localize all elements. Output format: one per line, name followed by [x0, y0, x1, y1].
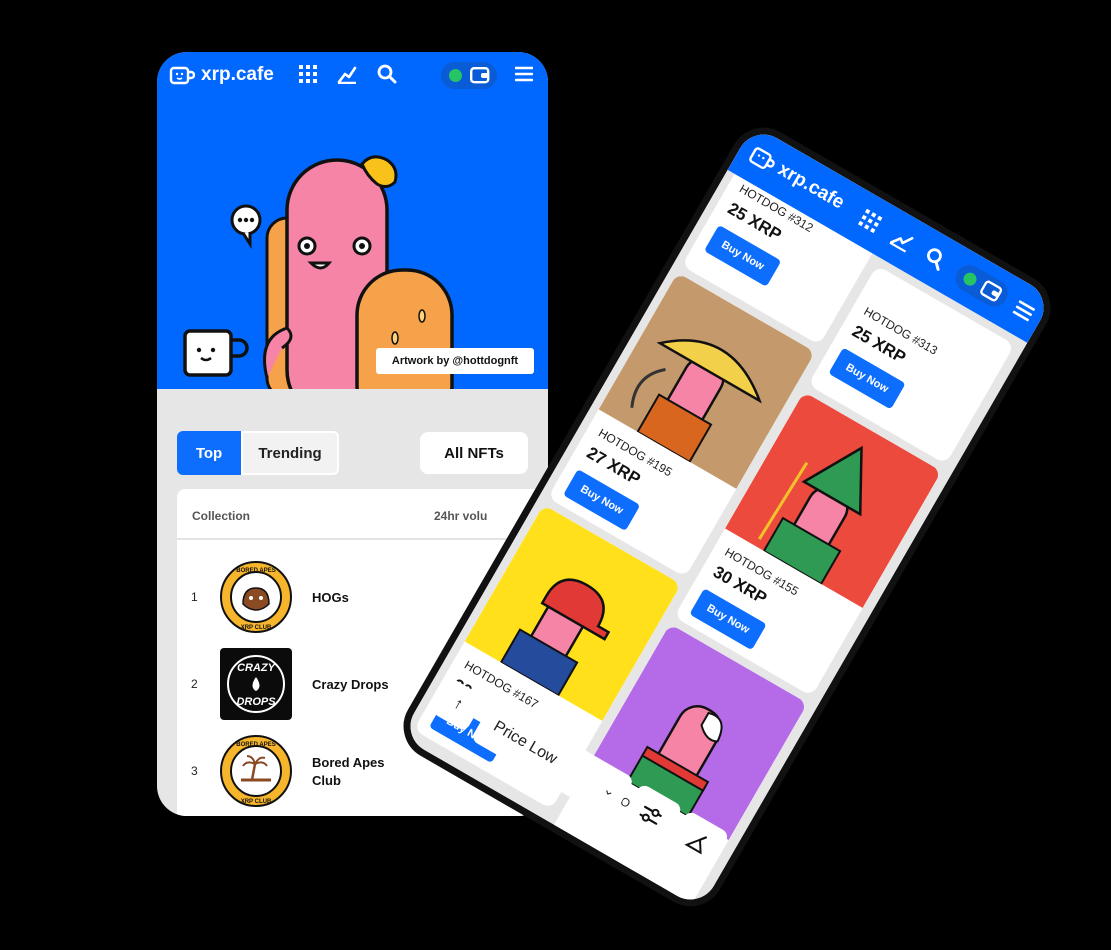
grid-icon[interactable]: [857, 208, 883, 234]
arrow-up-icon: ↑: [450, 694, 467, 714]
badge-text-bottom: XRP CLUB: [241, 625, 272, 631]
chart-icon[interactable]: [337, 64, 357, 84]
all-nfts-button[interactable]: All NFTs: [420, 432, 528, 474]
cup-icon: [169, 66, 195, 85]
wallet-icon: [980, 280, 1003, 302]
wallet-status[interactable]: [441, 62, 497, 89]
collection-name[interactable]: Bored Apes Club: [312, 754, 402, 790]
ranking-tabs: Top Trending: [177, 431, 339, 475]
menu-icon[interactable]: [515, 66, 533, 82]
row-rank: 2: [191, 677, 198, 691]
wallet-status[interactable]: [950, 260, 1013, 312]
row-rank: 3: [191, 764, 198, 778]
hero-banner: xrp.cafe Artwork by @hottdognft: [157, 52, 548, 389]
badge-text-top: BORED APES: [236, 568, 275, 574]
speech-bubble-icon: [230, 204, 262, 250]
search-icon[interactable]: [377, 64, 397, 84]
collection-avatar: BORED APES XRP CLUB: [220, 561, 292, 633]
connected-dot: [961, 270, 979, 289]
badge-text-drops: DROPS: [236, 696, 276, 708]
wallet-icon: [470, 67, 490, 84]
column-header-collection[interactable]: Collection: [192, 509, 250, 523]
menu-icon[interactable]: [1012, 299, 1036, 322]
sweep-icon: [684, 836, 708, 855]
brand-logo[interactable]: xrp.cafe: [169, 63, 274, 87]
sort-value: Price Low: [490, 717, 560, 768]
badge-text-crazy: CRAZY: [237, 662, 277, 674]
search-icon[interactable]: [922, 245, 949, 272]
badge-text-bottom: XRP CLUB: [241, 799, 272, 805]
row-rank: 1: [191, 590, 198, 604]
tab-top[interactable]: Top: [177, 431, 241, 475]
brand-name: xrp.cafe: [201, 64, 274, 85]
cup-icon: [749, 147, 775, 169]
hotdog-illustration: [183, 155, 454, 389]
collection-name[interactable]: Crazy Drops: [312, 676, 402, 694]
collection-avatar: BORED APES XRP CLUB: [220, 735, 292, 807]
badge-text-top: BORED APES: [236, 742, 275, 748]
collection-avatar: CRAZY DROPS: [220, 648, 292, 720]
grid-icon[interactable]: [299, 64, 317, 84]
connected-dot: [449, 69, 462, 82]
chevron-down-icon: ⌄: [600, 780, 620, 800]
collection-name[interactable]: HOGs: [312, 589, 402, 607]
top-nav: xrp.cafe: [157, 52, 548, 98]
artwork-credit[interactable]: Artwork by @hottdognft: [376, 348, 534, 374]
tab-trending[interactable]: Trending: [241, 431, 339, 475]
filter-icon: [639, 805, 662, 825]
column-header-volume[interactable]: 24hr volu: [434, 509, 487, 523]
chart-icon[interactable]: [889, 226, 916, 253]
header-divider: [177, 538, 548, 540]
